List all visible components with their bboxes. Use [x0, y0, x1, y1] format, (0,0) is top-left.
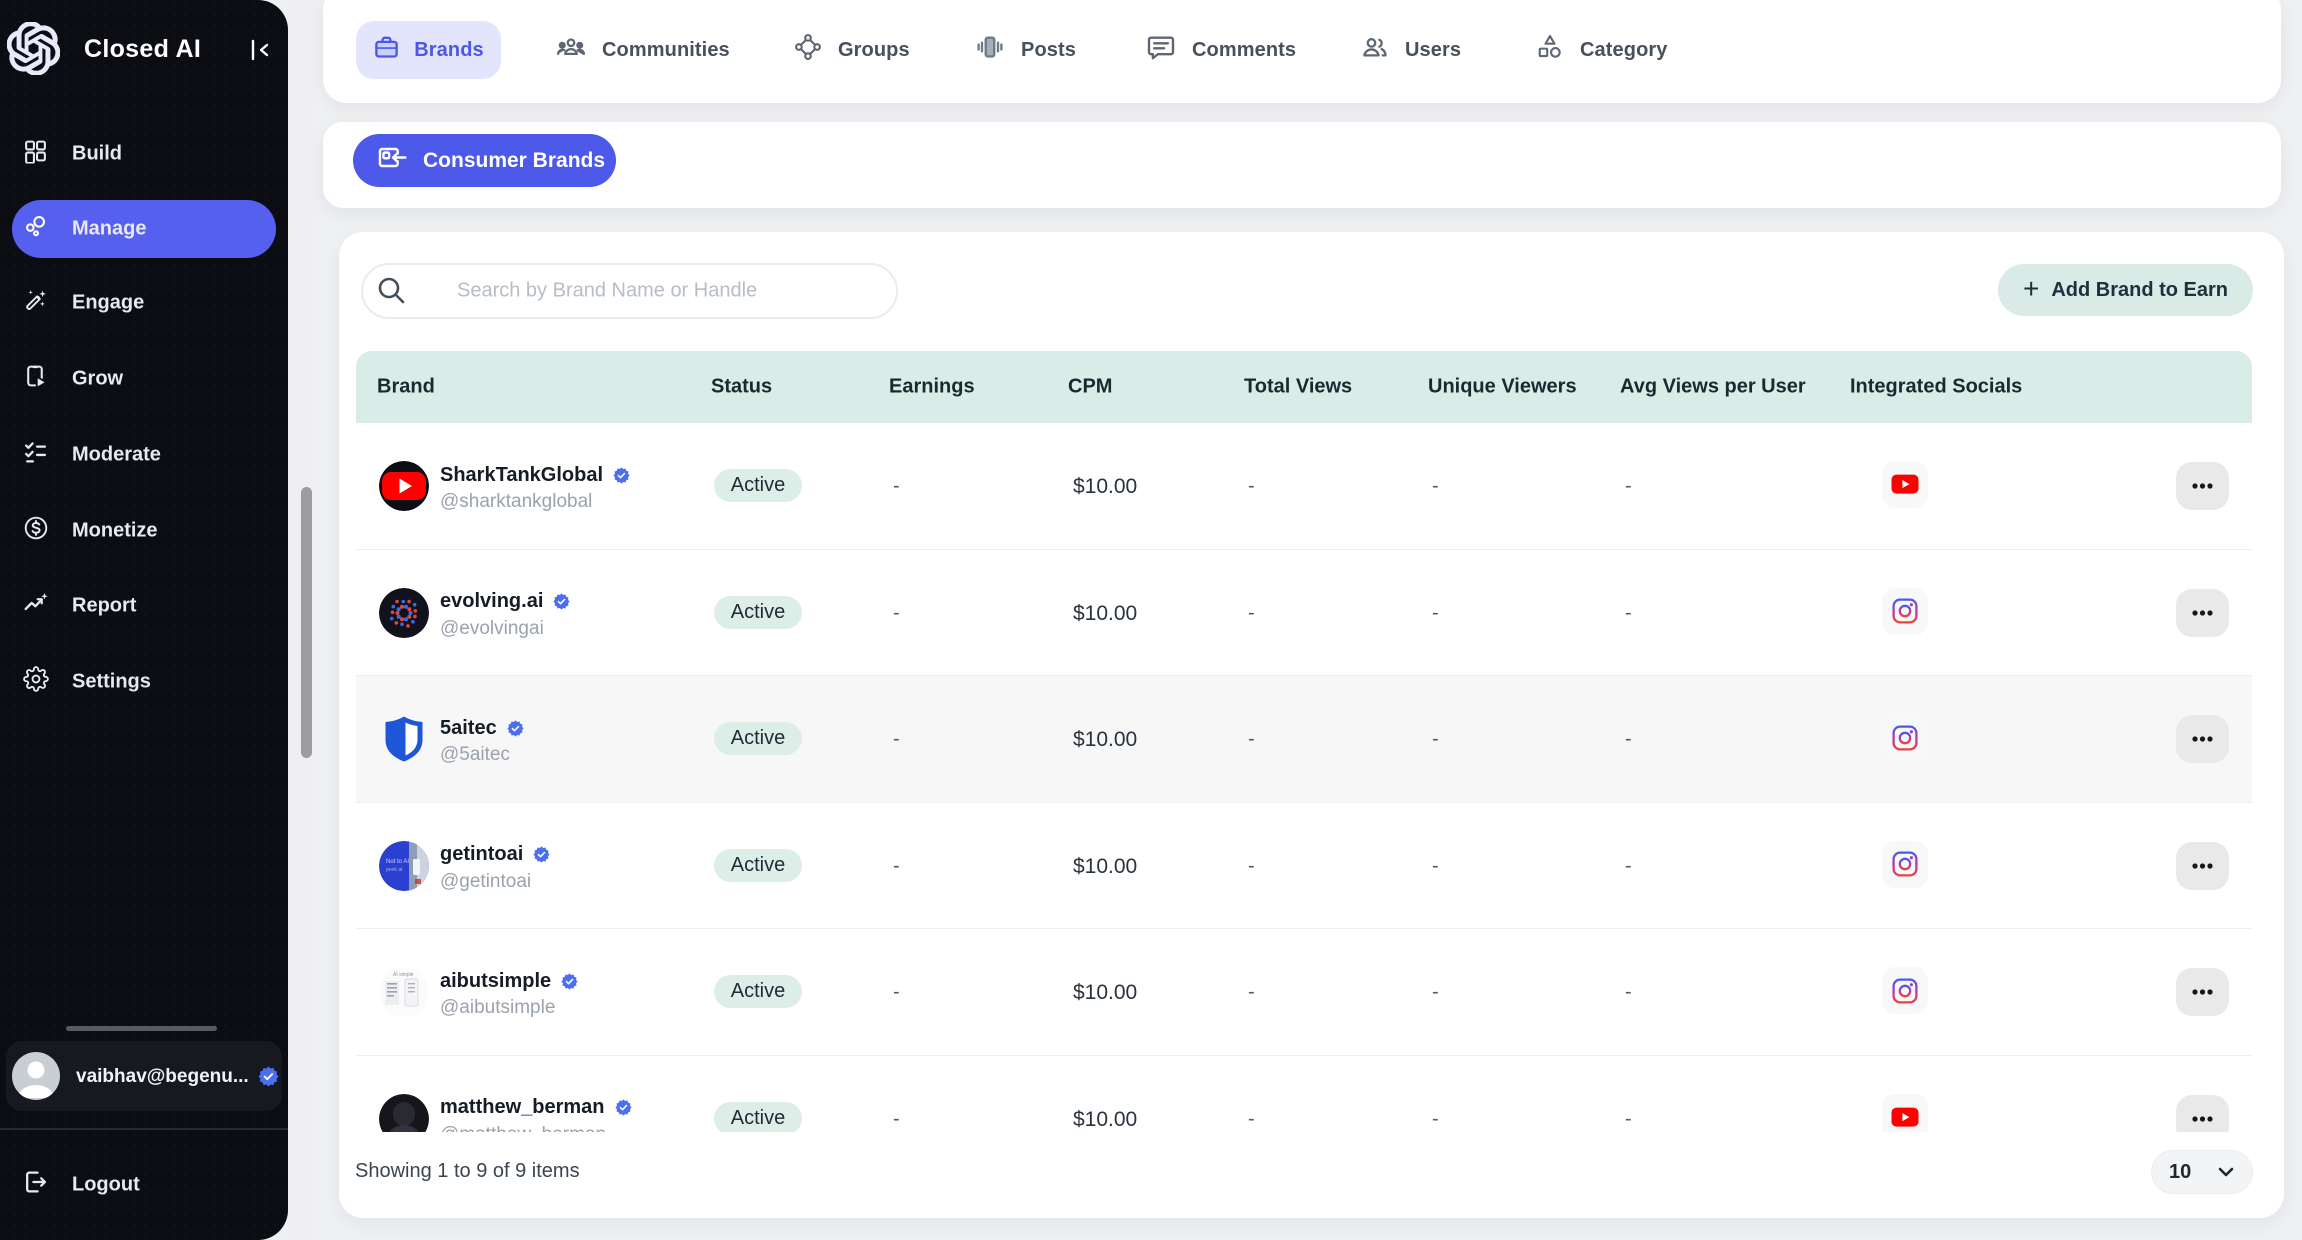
svg-text:peek at: peek at: [386, 867, 403, 873]
svg-text:AI simple: AI simple: [393, 972, 414, 978]
svg-text:Not to AI: Not to AI: [386, 859, 409, 865]
